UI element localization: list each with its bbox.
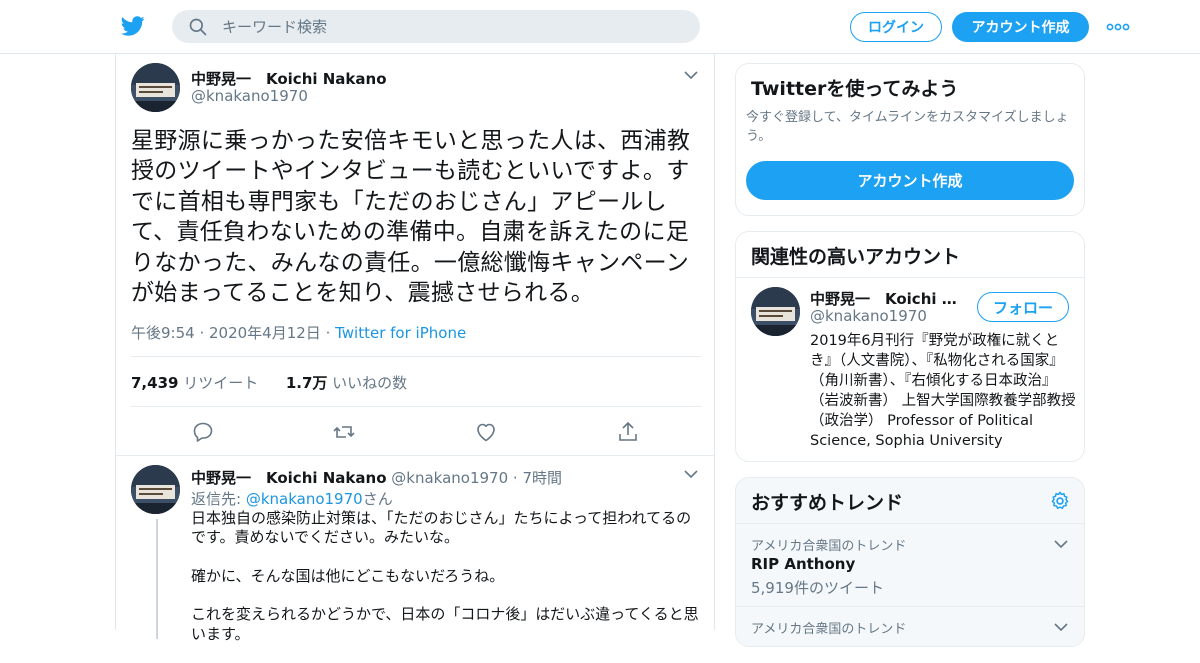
reply-to-handle[interactable]: @knakano1970 <box>246 490 363 508</box>
avatar-image <box>131 63 180 112</box>
tweet-metadata: 午後9:54 · 2020年4月12日 · Twitter for iPhone <box>131 322 466 343</box>
like-count-label: いいねの数 <box>332 374 408 392</box>
reply-paragraph: 日本独自の感染防止対策は、「ただのおじさん」たちによって担われてるのです。責めな… <box>191 509 692 547</box>
reply-header: 中野晃一 Koichi Nakano @knakano1970 · 7時間 <box>191 467 562 488</box>
tweet-actions <box>116 420 714 450</box>
more-icon[interactable] <box>1105 17 1131 37</box>
reply-icon[interactable] <box>191 420 215 444</box>
trends-title: おすすめトレンド <box>751 492 904 514</box>
chevron-down-icon[interactable] <box>1054 539 1068 549</box>
related-account-name[interactable]: 中野晃一 Koichi Nakano <box>810 288 965 309</box>
related-account-handle[interactable]: @knakano1970 <box>810 307 927 325</box>
avatar[interactable] <box>131 465 180 514</box>
like-icon[interactable] <box>474 420 498 444</box>
thread-line <box>156 519 158 639</box>
twitter-bird-icon[interactable] <box>120 14 146 38</box>
divider <box>131 406 701 407</box>
chevron-down-icon[interactable] <box>1054 622 1068 632</box>
divider <box>736 277 1084 278</box>
trend-context: アメリカ合衆国のトレンド <box>751 622 907 637</box>
tweet-text: 星野源に乗っかった安倍キモいと思った人は、西浦教授のツイートやインタビューも読む… <box>131 128 691 307</box>
chevron-down-icon[interactable] <box>684 70 698 80</box>
trend-name: RIP Anthony <box>751 555 856 573</box>
author-handle[interactable]: @knakano1970 <box>391 469 508 487</box>
author-name[interactable]: 中野晃一 Koichi Nakano <box>191 469 387 487</box>
reply-to-suffix: さん <box>362 490 393 508</box>
related-account-bio: 2019年6月刊行『野党が政権に就くとき』（人文書院）、『私物化される国家』（角… <box>810 333 1076 449</box>
author-name[interactable]: 中野晃一 Koichi Nakano <box>191 68 387 89</box>
reply-context: 返信先: @knakano1970さん <box>191 488 393 509</box>
divider <box>116 455 714 456</box>
reply-paragraph: これを変えられるかどうかで、日本の「コロナ後」はだいぶ違ってくると思います。 <box>191 605 699 643</box>
retweet-icon[interactable] <box>332 420 356 444</box>
main-column: 中野晃一 Koichi Nakano @knakano1970 星野源に乗っかっ… <box>115 54 715 643</box>
avatar[interactable] <box>751 287 800 336</box>
like-count-link[interactable]: 1.7万 いいねの数 <box>286 374 407 392</box>
search-bar[interactable] <box>172 10 700 43</box>
follow-button[interactable]: フォロー <box>977 292 1069 322</box>
reply-paragraph: 確かに、そんな国は他にどこもないだろうね。 <box>191 566 505 585</box>
retweet-count-label: リツイート <box>183 374 259 392</box>
divider <box>131 356 701 357</box>
signup-card: Twitterを使ってみよう 今すぐ登録して、タイムラインをカスタマイズしましょ… <box>735 63 1085 216</box>
tweet-stats: 7,439 リツイート 1.7万 いいねの数 <box>131 372 407 393</box>
like-count: 1.7万 <box>285 374 328 392</box>
signup-card-button[interactable]: アカウント作成 <box>746 161 1074 200</box>
login-button[interactable]: ログイン <box>850 12 942 42</box>
top-bar: ログイン アカウント作成 <box>0 0 1200 54</box>
reply-text: 日本独自の感染防止対策は、「ただのおじさん」たちによって担われてるのです。責めな… <box>191 509 701 663</box>
trend-count: 5,919件のツイート <box>751 579 884 597</box>
signup-card-subtitle: 今すぐ登録して、タイムラインをカスタマイズしましょう。 <box>746 110 1069 144</box>
author-handle[interactable]: @knakano1970 <box>191 87 308 105</box>
divider <box>736 523 1084 524</box>
tweet-timestamp[interactable]: 午後9:54 · 2020年4月12日 <box>131 324 321 342</box>
reply-to-prefix: 返信先: <box>191 490 246 508</box>
tweet-source[interactable]: Twitter for iPhone <box>335 324 466 342</box>
search-input[interactable] <box>222 10 682 43</box>
search-icon <box>189 18 207 36</box>
related-accounts-card: 関連性の高いアカウント 中野晃一 Koichi Nakano @knakano1… <box>735 231 1085 462</box>
avatar-image <box>131 465 180 514</box>
avatar[interactable] <box>131 63 180 112</box>
trend-context: アメリカ合衆国のトレンド <box>751 539 907 554</box>
share-icon[interactable] <box>616 420 640 444</box>
reply-time[interactable]: · 7時間 <box>513 469 562 487</box>
retweet-count: 7,439 <box>131 374 179 392</box>
retweet-count-link[interactable]: 7,439 リツイート <box>131 374 258 392</box>
related-accounts-title: 関連性の高いアカウント <box>751 246 961 268</box>
avatar-image <box>751 287 800 336</box>
trends-card: おすすめトレンド アメリカ合衆国のトレンド RIP Anthony 5,919件… <box>735 477 1085 647</box>
signup-button[interactable]: アカウント作成 <box>952 12 1089 42</box>
signup-card-title: Twitterを使ってみよう <box>751 78 959 100</box>
chevron-down-icon[interactable] <box>684 469 698 479</box>
meta-separator: · <box>320 324 336 342</box>
divider <box>736 606 1084 607</box>
gear-icon[interactable] <box>1049 490 1071 512</box>
